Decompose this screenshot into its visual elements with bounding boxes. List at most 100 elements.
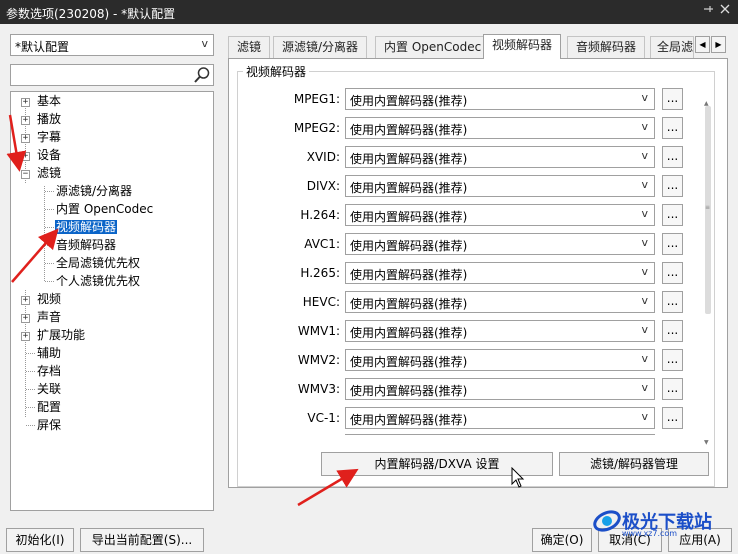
tree-item-screensaver[interactable]: 屏保 <box>36 417 62 434</box>
chevron-down-icon: v <box>641 294 648 307</box>
video-decoder-group: 视频解码器 MPEG1: 使用内置解码器(推荐) v ... MPEG2: 使用内… <box>237 63 715 487</box>
chevron-down-icon: v <box>641 265 648 278</box>
tab-filters[interactable]: 滤镜 <box>228 36 271 58</box>
codec-select-xvid[interactable]: 使用内置解码器(推荐) v <box>345 146 655 168</box>
watermark-logo-icon <box>593 510 621 532</box>
codec-select-vc1[interactable]: 使用内置解码器(推荐) v <box>345 407 655 429</box>
scroll-down-icon: ▼ <box>704 439 709 446</box>
ok-button[interactable]: 确定(O) <box>532 528 592 552</box>
codec-list-scrollbar[interactable]: ▲ ≡ ▼ <box>704 100 712 446</box>
tree-item-video-decoder[interactable]: 视频解码器 <box>55 219 118 236</box>
codec-label: MPEG2: <box>293 121 340 135</box>
chevron-down-icon: v <box>641 207 648 220</box>
pin-icon[interactable] <box>699 2 717 20</box>
codec-more-button[interactable]: ... <box>662 291 683 313</box>
codec-label: XVID: <box>306 150 340 164</box>
tree-item-subtitles[interactable]: 字幕 <box>36 129 62 146</box>
codec-more-button[interactable]: ... <box>662 204 683 226</box>
tab-scroll-left-icon[interactable]: ◀ <box>695 36 710 53</box>
tree-item-source-filter[interactable]: 源滤镜/分离器 <box>55 183 133 200</box>
codec-select-avc1[interactable]: 使用内置解码器(推荐) v <box>345 233 655 255</box>
codec-select-h265[interactable]: 使用内置解码器(推荐) v <box>345 262 655 284</box>
tree-expander[interactable]: + <box>21 152 30 161</box>
tree-item-assist[interactable]: 辅助 <box>36 345 62 362</box>
tree-item-archive[interactable]: 存档 <box>36 363 62 380</box>
codec-label: MPEG1: <box>293 92 340 106</box>
preset-select[interactable]: *默认配置 v <box>10 34 214 56</box>
codec-more-button[interactable]: ... <box>662 117 683 139</box>
chevron-down-icon: v <box>641 352 648 365</box>
export-config-button[interactable]: 导出当前配置(S)... <box>80 528 204 552</box>
search-input[interactable] <box>10 64 214 86</box>
codec-select-wmv3[interactable]: 使用内置解码器(推荐) v <box>345 378 655 400</box>
tree-item-devices[interactable]: 设备 <box>36 147 62 164</box>
tree-item-audio-decoder[interactable]: 音频解码器 <box>55 237 117 254</box>
codec-more-button[interactable]: ... <box>662 262 683 284</box>
codec-more-button[interactable]: ... <box>662 88 683 110</box>
chevron-down-icon: v <box>641 410 648 423</box>
tab-scroll-right-icon[interactable]: ▶ <box>711 36 726 53</box>
codec-select-mpeg1[interactable]: 使用内置解码器(推荐) v <box>345 88 655 110</box>
preset-value: *默认配置 <box>15 40 70 54</box>
chevron-down-icon: v <box>641 149 648 162</box>
tab-video-decoder[interactable]: 视频解码器 <box>483 34 562 59</box>
title-bar: 参数选项(230208) - *默认配置 <box>0 0 738 24</box>
tree-item-video[interactable]: 视频 <box>36 291 62 308</box>
codec-select-h264[interactable]: 使用内置解码器(推荐) v <box>345 204 655 226</box>
watermark-url: www.xz7.com <box>622 529 678 538</box>
codec-label: H.264: <box>300 208 340 222</box>
chevron-down-icon: v <box>641 323 648 336</box>
mouse-cursor-icon <box>511 467 525 488</box>
group-title: 视频解码器 <box>243 63 310 80</box>
tree-expander[interactable]: + <box>21 296 30 305</box>
codec-label: WMV2: <box>297 353 340 367</box>
tree-item-opencodec[interactable]: 内置 OpenCodec <box>55 201 154 218</box>
tab-audio-decoder[interactable]: 音频解码器 <box>567 36 646 58</box>
codec-label: DIVX: <box>306 179 340 193</box>
codec-label: WMV3: <box>297 382 340 396</box>
tree-item-extensions[interactable]: 扩展功能 <box>36 327 86 344</box>
tree-expander[interactable]: + <box>21 332 30 341</box>
tree-expander[interactable]: + <box>21 116 30 125</box>
codec-select-divx[interactable]: 使用内置解码器(推荐) v <box>345 175 655 197</box>
tree-item-filters[interactable]: 滤镜 <box>36 165 62 182</box>
codec-more-button[interactable]: ... <box>662 320 683 342</box>
tree-expander[interactable]: + <box>21 98 30 107</box>
tree-expander[interactable]: + <box>21 314 30 323</box>
tab-global-filter[interactable]: 全局滤 <box>650 36 694 58</box>
codec-more-button[interactable]: ... <box>662 146 683 168</box>
tree-item-association[interactable]: 关联 <box>36 381 62 398</box>
watermark: 极光下载站 www.xz7.com <box>592 500 736 540</box>
codec-select-mpeg2[interactable]: 使用内置解码器(推荐) v <box>345 117 655 139</box>
tree-item-global-filter-priority[interactable]: 全局滤镜优先权 <box>55 255 141 272</box>
tree-item-config[interactable]: 配置 <box>36 399 62 416</box>
codec-label: H.265: <box>300 266 340 280</box>
close-icon[interactable] <box>716 2 734 20</box>
tree-item-playback[interactable]: 播放 <box>36 111 62 128</box>
initialize-button[interactable]: 初始化(I) <box>6 528 74 552</box>
tree-item-sound[interactable]: 声音 <box>36 309 62 326</box>
codec-label: AVC1: <box>304 237 340 251</box>
search-icon[interactable] <box>193 66 211 84</box>
codec-more-button[interactable]: ... <box>662 175 683 197</box>
settings-tree: + 基本 + 播放 + 字幕 + 设备 − 滤镜 源滤镜/分离器 内置 Open… <box>10 91 214 511</box>
codec-more-button[interactable]: ... <box>662 233 683 255</box>
chevron-down-icon: v <box>641 236 648 249</box>
codec-more-button[interactable]: ... <box>662 349 683 371</box>
codec-more-button[interactable]: ... <box>662 378 683 400</box>
codec-select-wmv2[interactable]: 使用内置解码器(推荐) v <box>345 349 655 371</box>
tab-source-filter[interactable]: 源滤镜/分离器 <box>273 36 368 58</box>
tree-item-basic[interactable]: 基本 <box>36 93 62 110</box>
codec-label: WMV1: <box>297 324 340 338</box>
filter-decoder-manage-button[interactable]: 滤镜/解码器管理 <box>559 452 709 476</box>
codec-more-button[interactable]: ... <box>662 407 683 429</box>
codec-label: VC-1: <box>307 411 340 425</box>
tab-opencodec[interactable]: 内置 OpenCodec <box>375 36 491 58</box>
codec-select-hevc[interactable]: 使用内置解码器(推荐) v <box>345 291 655 313</box>
tree-item-personal-filter-priority[interactable]: 个人滤镜优先权 <box>55 273 141 290</box>
scroll-grip-icon: ≡ <box>705 204 711 211</box>
codec-select-wmv1[interactable]: 使用内置解码器(推荐) v <box>345 320 655 342</box>
chevron-down-icon: v <box>641 381 648 394</box>
tree-collapse[interactable]: − <box>21 170 30 179</box>
tree-expander[interactable]: + <box>21 134 30 143</box>
